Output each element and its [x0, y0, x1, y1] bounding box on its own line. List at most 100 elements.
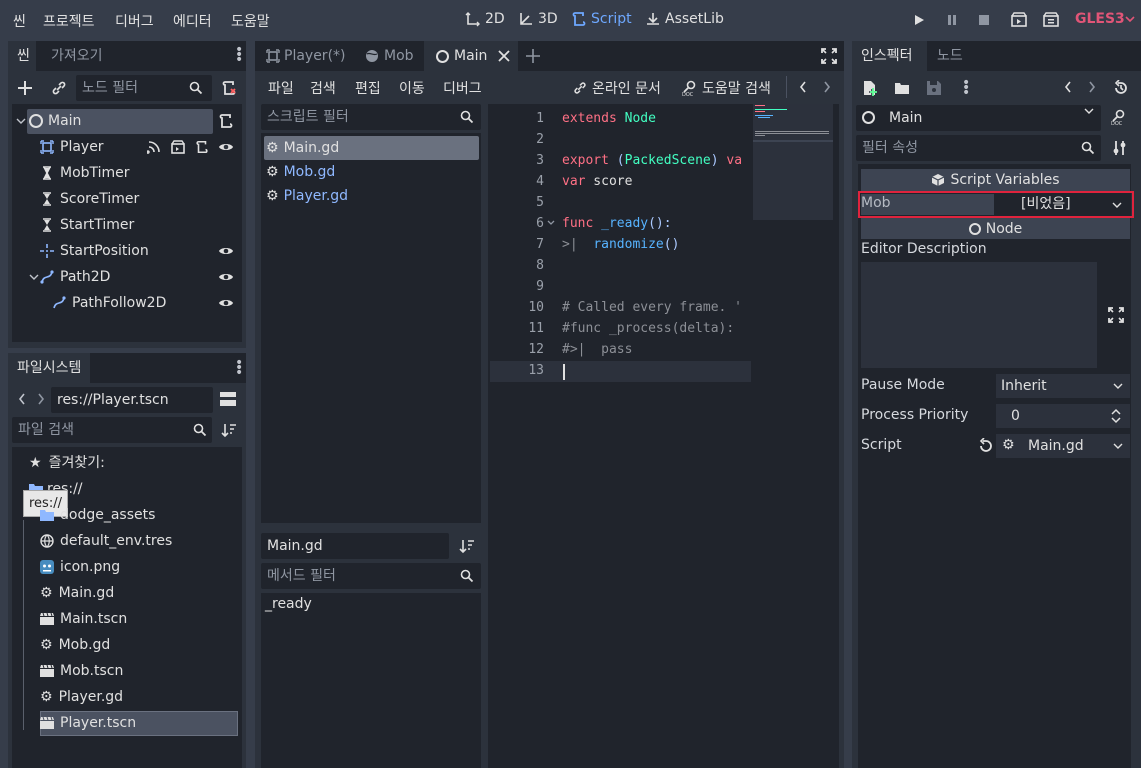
save-icon[interactable] — [926, 80, 942, 96]
open-folder-icon[interactable] — [894, 80, 910, 96]
pause-icon[interactable] — [945, 13, 959, 27]
forward-arrow-icon[interactable] — [37, 393, 45, 405]
split-view-icon[interactable] — [220, 391, 236, 407]
file-row-main-tscn[interactable]: Main.tscn — [40, 606, 127, 632]
filesystem-menu-icon[interactable]: • • • — [235, 356, 243, 380]
scene-tab-player[interactable]: Player(*) — [258, 41, 354, 71]
property-filter-input[interactable]: 필터 속성 — [856, 135, 1101, 161]
scene-tab-mob[interactable]: Mob — [357, 41, 422, 71]
visibility-eye-icon[interactable] — [218, 244, 234, 258]
tree-node-startposition[interactable]: StartPosition — [40, 238, 149, 264]
tools-icon[interactable] — [1112, 140, 1128, 156]
method-filter-input[interactable]: 메서드 필터 — [261, 563, 481, 589]
tree-node-starttimer[interactable]: StartTimer — [40, 212, 134, 238]
signal-icon[interactable] — [147, 140, 161, 154]
object-selector[interactable]: Main — [856, 105, 1101, 131]
sort-icon[interactable] — [221, 422, 237, 438]
history-icon[interactable] — [1113, 80, 1129, 96]
file-row-icon-png[interactable]: icon.png — [40, 554, 120, 580]
script-menu-edit[interactable]: 편집 — [355, 78, 381, 98]
tab-node[interactable]: 노드 — [929, 41, 971, 71]
renderer-select[interactable]: GLES3 — [1075, 11, 1125, 27]
script-property-value[interactable]: Main.gd — [996, 434, 1130, 458]
doc-search-icon[interactable]: DOC — [1111, 109, 1127, 125]
visibility-eye-icon[interactable] — [218, 270, 234, 284]
script-item-main[interactable]: ⚙ Main.gd — [266, 135, 339, 161]
chevron-down-icon[interactable] — [29, 272, 39, 282]
fold-chevron-icon[interactable] — [547, 219, 555, 227]
inspector-menu-icon[interactable]: • • • — [962, 76, 970, 100]
scene-dock-menu-icon[interactable]: • • • — [235, 43, 243, 67]
spinner-arrows-icon[interactable] — [1110, 407, 1122, 425]
file-row-mob-tscn[interactable]: Mob.tscn — [40, 658, 123, 684]
script-menu-debug[interactable]: 디버그 — [443, 78, 482, 98]
tree-node-scoretimer[interactable]: ScoreTimer — [40, 186, 139, 212]
file-row-player-gd[interactable]: ⚙ Player.gd — [40, 684, 123, 710]
tree-node-path2d[interactable]: Path2D — [40, 264, 110, 290]
scene-tab-main[interactable]: Main — [428, 41, 495, 71]
tree-node-pathfollow2d[interactable]: PathFollow2D — [52, 290, 166, 316]
help-search-button[interactable]: DOC 도움말 검색 — [682, 78, 771, 98]
file-row-main-gd[interactable]: ⚙ Main.gd — [40, 580, 114, 606]
menu-help[interactable]: 도움말 — [231, 11, 270, 31]
online-docs-button[interactable]: 온라인 문서 — [573, 78, 661, 98]
workspace-assetlib-button[interactable]: AssetLib — [645, 11, 724, 27]
file-search-input[interactable]: 파일 검색 — [12, 417, 212, 443]
workspace-script-button[interactable]: Script — [571, 11, 632, 27]
file-row-player-tscn[interactable]: Player.tscn — [40, 710, 136, 736]
visibility-eye-icon[interactable] — [218, 140, 234, 154]
distraction-free-icon[interactable] — [821, 48, 837, 64]
script-menu-search[interactable]: 검색 — [310, 78, 336, 98]
add-scene-tab-icon[interactable] — [525, 48, 541, 64]
play-icon[interactable] — [912, 13, 926, 27]
tree-node-mobtimer[interactable]: MobTimer — [40, 160, 130, 186]
script-item-mob[interactable]: ⚙ Mob.gd — [266, 159, 335, 185]
workspace-2d-button[interactable]: 2D — [465, 11, 505, 27]
tree-node-player[interactable]: Player — [40, 134, 104, 160]
tab-inspector[interactable]: 인스펙터 — [852, 41, 927, 71]
visibility-eye-icon[interactable] — [218, 296, 234, 310]
stop-icon[interactable] — [977, 13, 991, 27]
script-icon[interactable] — [218, 113, 234, 129]
file-row-default-env[interactable]: default_env.tres — [40, 528, 172, 554]
revert-icon[interactable] — [977, 438, 993, 454]
file-row-mob-gd[interactable]: ⚙ Mob.gd — [40, 632, 110, 658]
script-icon[interactable] — [195, 139, 209, 155]
sort-icon[interactable] — [459, 538, 475, 554]
script-menu-goto[interactable]: 이동 — [399, 78, 425, 98]
workspace-3d-button[interactable]: 3D — [518, 11, 558, 27]
menu-editor[interactable]: 에디터 — [173, 11, 212, 31]
method-item-ready[interactable]: _ready — [265, 596, 312, 612]
editor-description-textarea[interactable] — [861, 262, 1097, 368]
forward-arrow-icon[interactable] — [1088, 81, 1096, 93]
link-icon[interactable] — [51, 80, 67, 96]
path-field[interactable]: res://Player.tscn — [51, 387, 213, 413]
play-custom-scene-icon[interactable] — [1043, 12, 1059, 28]
group-icon[interactable] — [171, 140, 185, 154]
script-menu-file[interactable]: 파일 — [268, 78, 294, 98]
menu-project[interactable]: 프로젝트 — [43, 11, 95, 31]
tab-import[interactable]: 가져오기 — [43, 41, 111, 71]
play-scene-icon[interactable] — [1011, 12, 1027, 28]
tree-node-main[interactable]: Main — [29, 108, 81, 134]
file-row-dodge-assets[interactable]: dodge_assets — [40, 502, 155, 528]
back-arrow-icon[interactable] — [18, 393, 26, 405]
mob-property-value[interactable]: [비었음] — [996, 194, 1130, 215]
script-filter-input[interactable]: 스크립트 필터 — [261, 104, 481, 130]
menu-debug[interactable]: 디버그 — [115, 11, 154, 31]
new-resource-icon[interactable] — [862, 80, 878, 96]
back-arrow-icon[interactable] — [1064, 81, 1072, 93]
add-node-icon[interactable] — [17, 80, 33, 96]
tab-scene[interactable]: 씬 — [8, 41, 36, 71]
favorites-row[interactable]: ★ 즐겨찾기: — [29, 450, 105, 476]
expand-icon[interactable] — [1108, 307, 1124, 323]
attach-script-icon[interactable] — [221, 80, 237, 96]
code-minimap[interactable] — [753, 104, 833, 220]
section-script-variables[interactable]: Script Variables — [861, 169, 1130, 191]
forward-arrow-icon[interactable] — [823, 81, 831, 93]
close-icon[interactable] — [497, 49, 511, 63]
script-item-player[interactable]: ⚙ Player.gd — [266, 183, 348, 209]
pause-mode-select[interactable]: Inherit — [996, 374, 1130, 398]
tab-filesystem[interactable]: 파일시스템 — [8, 353, 90, 383]
section-node[interactable]: Node — [861, 218, 1130, 239]
